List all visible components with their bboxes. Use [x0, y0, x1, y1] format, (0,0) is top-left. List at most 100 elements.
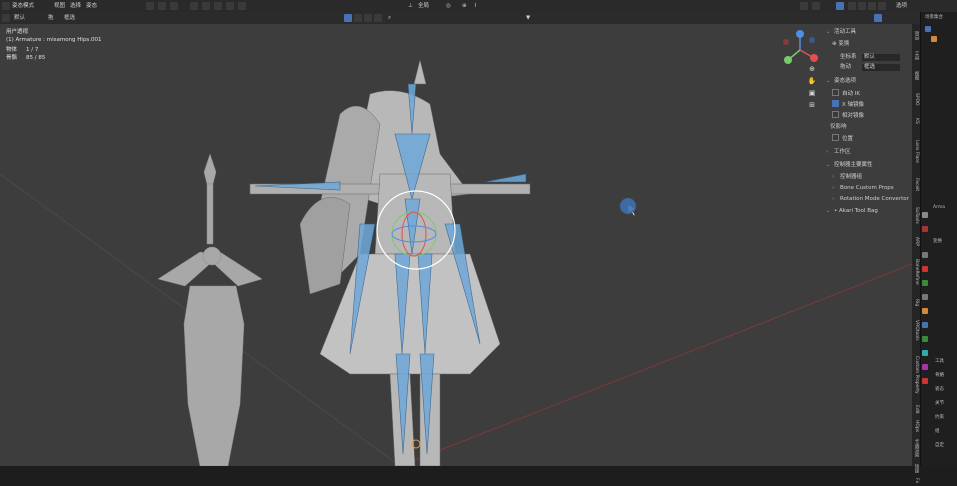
tab-toon-render[interactable]: 卡通渲染: [912, 436, 920, 460]
world-prop-icon[interactable]: [922, 280, 928, 286]
scene-prop-icon[interactable]: [922, 266, 928, 272]
armature-icon[interactable]: [931, 36, 937, 42]
pose-options-header[interactable]: ⌄ 姿态选项: [826, 77, 856, 85]
gizmo-x-icon[interactable]: [810, 54, 818, 62]
pivot-icon[interactable]: ◎: [446, 2, 451, 10]
outliner-scene-collection[interactable]: 场景集合: [925, 14, 943, 21]
transform-orientation[interactable]: 全局: [418, 2, 429, 10]
tab-hops[interactable]: HOps: [912, 418, 920, 434]
data-prop-icon[interactable]: [922, 336, 928, 342]
menu-view[interactable]: 视图: [54, 2, 65, 10]
render-prop-icon[interactable]: [922, 226, 928, 232]
view-icon-4[interactable]: [374, 14, 382, 22]
toolbar-icon-7[interactable]: [226, 2, 234, 10]
material-prop-icon[interactable]: [922, 364, 928, 370]
akari-tool-bag-header[interactable]: ⌄ • Akari Tool Bag: [826, 207, 878, 215]
prop-custom[interactable]: 自定: [935, 442, 944, 449]
tab-custom-property[interactable]: Custom Property: [912, 350, 920, 400]
filter-icon[interactable]: ▼: [526, 14, 530, 22]
rig-item-controller-group[interactable]: › 控制器组: [832, 173, 862, 181]
constraint-prop-icon[interactable]: [922, 322, 928, 328]
tab-rig[interactable]: Rig: [912, 296, 920, 310]
overlay-toggle-icon[interactable]: [812, 2, 820, 10]
rig-main-header[interactable]: ⌄ 控制器主要属性: [826, 161, 873, 169]
sidebar-toggle-icon[interactable]: [874, 14, 882, 22]
tab-vrqtools[interactable]: VRQtools: [912, 314, 920, 346]
mode-selector[interactable]: 姿态模式: [12, 2, 34, 10]
tab-tool[interactable]: 工具: [912, 46, 920, 64]
tool-prop-icon[interactable]: [922, 212, 928, 218]
toolbar-icon-4[interactable]: [190, 2, 198, 10]
proportional-icon[interactable]: ⌇: [474, 2, 477, 10]
prop-pose[interactable]: 姿态: [935, 386, 944, 393]
menu-pose[interactable]: 姿态: [86, 2, 97, 10]
shading-material-icon[interactable]: [868, 2, 876, 10]
toolbar-icon-6[interactable]: [214, 2, 222, 10]
search-icon[interactable]: ⌕: [388, 14, 391, 22]
texture-prop-icon[interactable]: [922, 378, 928, 384]
tab-arp[interactable]: ARP: [912, 234, 920, 248]
tab-fx[interactable]: Fx: [912, 476, 920, 486]
select-mode[interactable]: 框选: [64, 14, 75, 22]
relative-mirror-checkbox[interactable]: 相对镜像: [832, 111, 864, 119]
prop-object-name[interactable]: Arma: [933, 204, 945, 211]
modifier-prop-icon[interactable]: [922, 308, 928, 314]
auto-ik-checkbox[interactable]: 自动 IK: [832, 89, 860, 97]
toolbar-icon-8[interactable]: [238, 2, 246, 10]
menu-select[interactable]: 选择: [70, 2, 81, 10]
tab-sotools[interactable]: SoTools: [912, 200, 920, 230]
toolbar-icon-1[interactable]: [146, 2, 154, 10]
prop-transform[interactable]: 变换: [933, 238, 942, 245]
gizmo-toggle-icon[interactable]: [800, 2, 808, 10]
xray-toggle-icon[interactable]: [836, 2, 844, 10]
outliner-item-icon[interactable]: [925, 26, 931, 32]
options-menu[interactable]: 选项: [896, 2, 907, 10]
tab-faceit[interactable]: Faceit: [912, 174, 920, 196]
pan-hand-icon[interactable]: ✋: [806, 76, 818, 86]
toolbar-icon-5[interactable]: [202, 2, 210, 10]
tab-shortcut[interactable]: 快捷: [912, 462, 920, 474]
gizmo-z-icon[interactable]: [796, 30, 804, 38]
tab-bonerefine[interactable]: BoneRefine: [912, 252, 920, 292]
drag-field[interactable]: 框选: [862, 64, 900, 71]
view-icon-3[interactable]: [364, 14, 372, 22]
perspective-grid-icon[interactable]: ⊞: [806, 100, 818, 110]
tab-item[interactable]: 项目: [912, 26, 920, 44]
prop-constraints[interactable]: 约束: [935, 414, 944, 421]
x-mirror-checkbox[interactable]: X 轴镜像: [832, 100, 864, 108]
3d-viewport[interactable]: [0, 24, 912, 466]
active-tool-header[interactable]: ⌄ 活动工具: [826, 28, 856, 36]
orientation-value[interactable]: 默认: [14, 14, 25, 22]
snap-icon[interactable]: ⊕: [462, 2, 467, 10]
orientation-field[interactable]: 默认: [862, 54, 900, 61]
editor-type-icon[interactable]: [2, 2, 10, 10]
gizmo-y-icon[interactable]: [784, 56, 792, 64]
tab-edit[interactable]: Edit: [912, 402, 920, 416]
zoom-icon[interactable]: ⊕: [806, 64, 818, 74]
tab-spdo[interactable]: SPDO: [912, 88, 920, 110]
tab-ks[interactable]: KS: [912, 114, 920, 128]
tab-lens-flare[interactable]: Lens Flare: [912, 132, 920, 170]
prop-bones[interactable]: 骨骼: [935, 372, 944, 379]
workspace-header[interactable]: › 工作区: [826, 148, 851, 156]
rig-item-bone-custom-props[interactable]: › Bone Custom Props: [832, 184, 894, 192]
toolbar-icon-2[interactable]: [158, 2, 166, 10]
transform-orientation-icon[interactable]: ⊥: [408, 2, 413, 10]
view-toggle-icon[interactable]: [344, 14, 352, 22]
view-icon-2[interactable]: [354, 14, 362, 22]
prop-groups[interactable]: 组: [935, 428, 940, 435]
toolbar-icon-3[interactable]: [170, 2, 178, 10]
locations-checkbox[interactable]: 位置: [832, 134, 853, 142]
prop-joints[interactable]: 关节: [935, 400, 944, 407]
object-prop-icon[interactable]: [922, 294, 928, 300]
output-prop-icon[interactable]: [922, 252, 928, 258]
rig-item-rotation-mode[interactable]: › Rotation Mode Convertor: [832, 195, 909, 203]
camera-icon[interactable]: ▣: [806, 88, 818, 98]
tab-view[interactable]: 视图: [912, 66, 920, 84]
shading-render-icon[interactable]: [878, 2, 886, 10]
tool-transform[interactable]: ⊕ 变换: [832, 40, 849, 48]
shading-solid-icon[interactable]: [858, 2, 866, 10]
shading-wire-icon[interactable]: [848, 2, 856, 10]
prop-tools[interactable]: 工具: [935, 358, 944, 365]
bone-prop-icon[interactable]: [922, 350, 928, 356]
